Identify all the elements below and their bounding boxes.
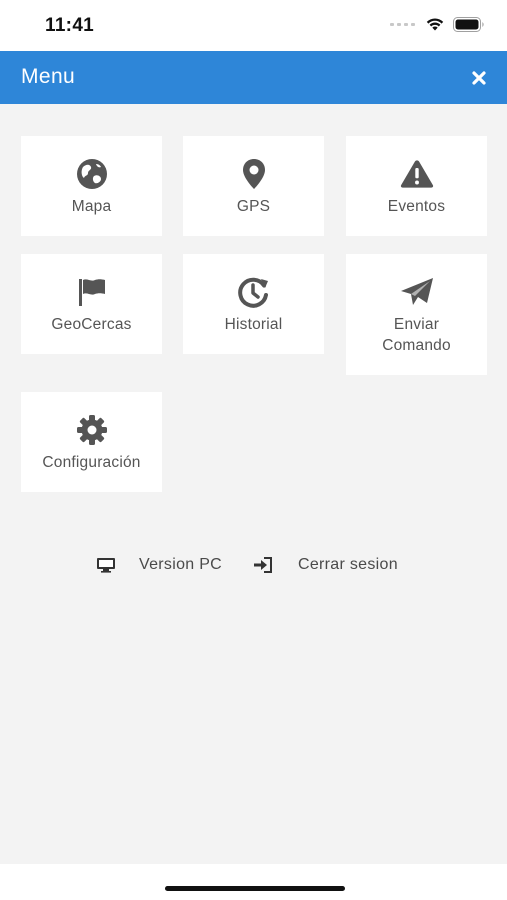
wifi-icon — [426, 18, 444, 31]
status-time: 11:41 — [45, 15, 95, 36]
warning-icon — [400, 158, 434, 190]
menu-item-eventos[interactable]: Eventos — [346, 136, 487, 236]
menu-item-label: Historial — [224, 316, 283, 333]
map-marker-icon — [237, 158, 271, 190]
close-icon — [472, 71, 486, 85]
status-bar: 11:41 — [0, 0, 507, 51]
menu-item-label: Eventos — [387, 198, 446, 215]
menu-item-label: GeoCercas — [51, 316, 132, 333]
flag-icon — [75, 276, 109, 308]
menu-item-label: Enviar Comando — [382, 316, 451, 354]
header-title: Menu — [21, 65, 76, 88]
paper-plane-icon — [400, 276, 434, 308]
menu-item-label: Configuración — [42, 454, 141, 471]
globe-icon — [75, 158, 109, 190]
history-icon — [237, 276, 271, 308]
menu-item-geocercas[interactable]: GeoCercas — [21, 254, 162, 354]
gear-icon — [75, 414, 109, 446]
version-pc-link[interactable]: Version PC — [96, 556, 222, 574]
signal-icon — [390, 23, 415, 26]
menu-item-label: GPS — [236, 198, 271, 215]
cerrar-sesion-link[interactable]: Cerrar sesion — [253, 556, 398, 574]
menu-item-gps[interactable]: GPS — [183, 136, 324, 236]
version-pc-label: Version PC — [139, 556, 223, 573]
menu-item-label: Mapa — [71, 198, 112, 215]
footer-links: Version PC Cerrar sesion — [0, 556, 507, 580]
menu-item-historial[interactable]: Historial — [183, 254, 324, 354]
close-button[interactable] — [469, 68, 489, 88]
battery-icon — [453, 17, 484, 32]
menu-item-configuracion[interactable]: Configuración — [21, 392, 162, 492]
home-indicator[interactable] — [165, 886, 345, 891]
sign-in-icon — [254, 557, 272, 573]
bottom-area — [0, 864, 507, 900]
menu-item-mapa[interactable]: Mapa — [21, 136, 162, 236]
desktop-icon — [97, 558, 115, 573]
status-icons — [390, 17, 485, 32]
app-header: Menu — [0, 51, 507, 104]
menu-item-enviar-comando[interactable]: Enviar Comando — [346, 254, 487, 375]
cerrar-sesion-label: Cerrar sesion — [298, 556, 398, 573]
